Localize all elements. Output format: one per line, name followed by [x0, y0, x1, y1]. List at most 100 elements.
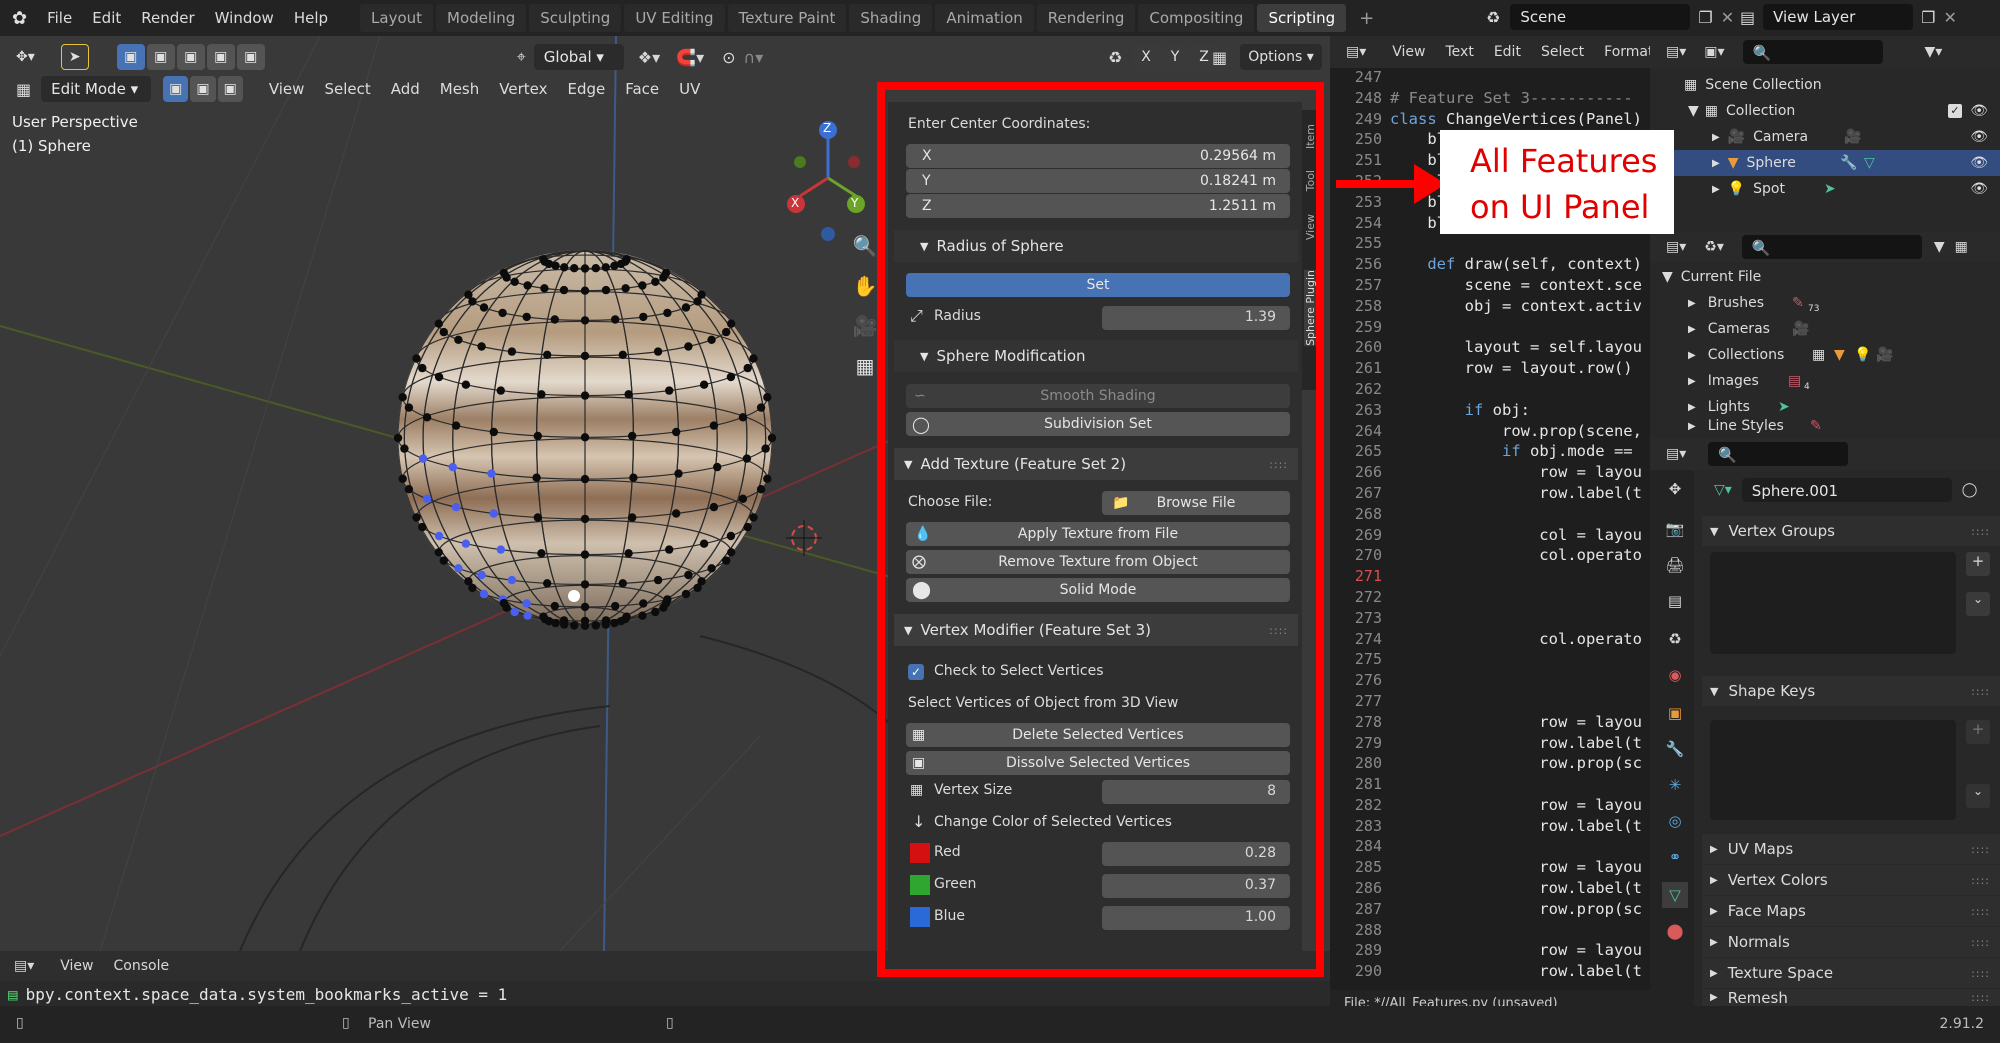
visibility-eye-icon[interactable]: 👁 [1970, 181, 1988, 197]
selected-vertex[interactable] [461, 539, 471, 548]
mesh-vertex[interactable] [560, 263, 569, 272]
mesh-vertex[interactable] [629, 473, 638, 482]
mesh-vertex[interactable] [543, 350, 552, 359]
selected-vertex[interactable] [523, 611, 532, 620]
mesh-vertex[interactable] [454, 335, 463, 344]
zoom-icon[interactable]: 🔍 [850, 226, 880, 266]
mesh-vertex[interactable] [738, 413, 748, 422]
editor-menu-text[interactable]: Text [1436, 44, 1484, 60]
console-menu-view[interactable]: View [60, 958, 93, 974]
mesh-vertex[interactable] [653, 575, 663, 585]
options-dropdown[interactable]: Options ▾ [1240, 44, 1322, 70]
viewport-menu-mesh[interactable]: Mesh [430, 80, 490, 98]
outliner-sphere[interactable]: ▶ ▼ Sphere 🔧 ▽ 👁 [1650, 150, 2000, 176]
mesh-vertex[interactable] [628, 513, 637, 522]
mesh-vertex[interactable] [434, 548, 443, 557]
mesh-vertex[interactable] [499, 598, 509, 608]
selected-vertex[interactable] [510, 607, 519, 617]
editor-menu-edit[interactable]: Edit [1484, 44, 1531, 60]
add-vertex-group-button[interactable]: + [1966, 552, 1990, 576]
mesh-vertex[interactable] [674, 469, 683, 478]
select-tool-button[interactable]: ➤ [60, 44, 89, 70]
console-menu-console[interactable]: Console [114, 958, 170, 974]
drag-grip-icon[interactable]: :::: [1971, 874, 1990, 887]
mesh-vertex[interactable] [693, 297, 702, 306]
menu-help[interactable]: Help [284, 9, 338, 27]
outliner2-editor-icon[interactable]: ▤▾ [1666, 239, 1686, 255]
mesh-vertex[interactable] [422, 413, 432, 422]
face-maps-panel[interactable]: ▶ Face Maps:::: [1702, 896, 2000, 926]
modifier-tab-icon[interactable]: 🔧 [1662, 736, 1688, 762]
visibility-eye-icon[interactable]: 👁 [1970, 155, 1988, 171]
workspace-tab-shading[interactable]: Shading [849, 4, 933, 32]
mesh-vertex[interactable] [451, 421, 461, 430]
new-scene-icon[interactable]: ❐ [1698, 8, 1712, 27]
mesh-vertex[interactable] [539, 255, 548, 264]
mesh-vertex[interactable] [638, 281, 647, 290]
mesh-vertex[interactable] [540, 284, 549, 293]
blend-images[interactable]: ▶ Images ▤ 4 [1650, 368, 2000, 394]
falloff-icon[interactable]: ∩▾ [744, 48, 764, 67]
mesh-vertex[interactable] [570, 621, 579, 630]
drag-grip-icon[interactable]: :::: [1971, 685, 1990, 698]
add-workspace-button[interactable]: + [1349, 8, 1384, 29]
mesh-vertex[interactable] [559, 285, 569, 295]
workspace-tab-compositing[interactable]: Compositing [1138, 4, 1255, 32]
mesh-vertex[interactable] [580, 550, 590, 559]
mesh-vertex[interactable] [763, 474, 772, 483]
viewport-menu-vertex[interactable]: Vertex [489, 80, 557, 98]
viewport-menu-edge[interactable]: Edge [557, 80, 615, 98]
mesh-vertex[interactable] [412, 513, 421, 522]
mesh-vertex[interactable] [496, 386, 505, 395]
outliner-search-field[interactable]: 🔍 [1742, 40, 1883, 64]
viewport-menu-select[interactable]: Select [314, 80, 380, 98]
mesh-vertex[interactable] [659, 273, 668, 282]
mesh-vertex[interactable] [580, 580, 590, 589]
constraints-tab-icon[interactable]: ⚭ [1662, 844, 1688, 870]
mesh-vertex[interactable] [749, 354, 758, 363]
mesh-vertex[interactable] [537, 390, 546, 399]
drag-grip-icon[interactable]: :::: [1971, 905, 1990, 918]
blend-current-file[interactable]: ▼ Current File [1650, 264, 2000, 290]
mesh-vertex[interactable] [651, 607, 660, 617]
selected-vertex[interactable] [496, 545, 505, 554]
outliner-filter-icon[interactable]: ▼▾ [1925, 44, 1943, 60]
mesh-vertex[interactable] [659, 603, 668, 612]
mesh-vertex[interactable] [738, 494, 748, 503]
mesh-vertex[interactable] [611, 315, 620, 324]
mesh-vertex[interactable] [610, 618, 619, 628]
outliner-editor-icon[interactable]: ▤▾ [1666, 44, 1686, 60]
pivot-point-icon[interactable]: ❖▾ [638, 48, 660, 67]
physics-tab-icon[interactable]: ◎ [1662, 808, 1688, 834]
mesh-vertex[interactable] [699, 380, 709, 389]
mesh-name-field[interactable]: Sphere.001 [1741, 478, 1952, 502]
selected-vertex[interactable] [477, 570, 486, 580]
selected-vertex[interactable] [434, 531, 444, 541]
mesh-vertex[interactable] [464, 577, 473, 586]
shape-keys-list[interactable] [1710, 720, 1956, 820]
object-tab-icon[interactable]: ▣ [1662, 700, 1688, 726]
workspace-tab-scripting[interactable]: Scripting [1257, 4, 1347, 32]
new-view-layer-icon[interactable]: ❐ [1921, 8, 1935, 27]
drag-grip-icon[interactable]: :::: [1971, 936, 1990, 949]
mesh-vertex[interactable] [580, 351, 590, 361]
select-mode-extend-button[interactable]: ▣ [146, 44, 175, 70]
collection-exclude-checkbox[interactable]: ✓ [1948, 104, 1962, 118]
mode-dropdown[interactable]: Edit Mode ▾ [41, 76, 152, 102]
texture-space-panel[interactable]: ▶ Texture Space:::: [1702, 958, 2000, 988]
mesh-vertex[interactable] [699, 539, 709, 548]
text-editor-type-icon[interactable]: ▤▾ [1346, 44, 1366, 60]
mesh-vertex[interactable] [533, 431, 542, 441]
mesh-vertex[interactable] [510, 277, 519, 286]
fake-user-shield-icon[interactable]: ◯ [1962, 482, 1978, 498]
mirror-icon[interactable]: ♻ [1108, 48, 1122, 67]
auto-merge-icon[interactable]: ▦ [1212, 48, 1227, 67]
mesh-vertex[interactable] [628, 431, 637, 441]
mesh-vertex[interactable] [665, 545, 674, 554]
drag-grip-icon[interactable]: :::: [1971, 967, 1990, 980]
mesh-vertex[interactable] [523, 281, 532, 290]
mesh-vertex[interactable] [621, 284, 630, 293]
vertex-group-menu-button[interactable]: ⌄ [1966, 592, 1990, 616]
blend-file-search-field[interactable]: 🔍 [1741, 235, 1922, 259]
perspective-grid-icon[interactable]: ▦ [850, 346, 880, 386]
